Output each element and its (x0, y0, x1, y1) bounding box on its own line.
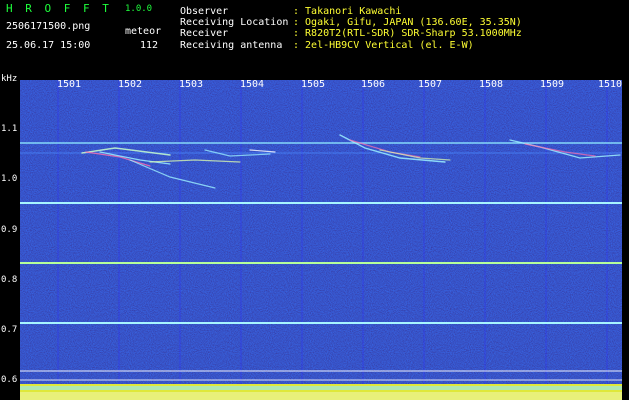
observer-value: : Takanori Kawachi (293, 6, 402, 17)
observer-label: Observer (180, 6, 229, 17)
datetime-label: 25.06.17 15:00 (6, 40, 91, 51)
noise-layer (20, 80, 622, 400)
x-tick-label: 1502 (118, 79, 143, 90)
receiver-value: : R820T2(RTL-SDR) SDR-Sharp 53.1000MHz (293, 28, 522, 39)
y-tick-label: 0.9 (1, 225, 18, 235)
receiver-label: Receiver (180, 28, 229, 39)
y-unit-label: kHz (1, 74, 18, 84)
x-tick-label: 1510 (598, 79, 623, 90)
version-label: 1.0.0 (125, 4, 153, 14)
x-tick-label: 1506 (361, 79, 386, 90)
x-tick-label: 1508 (479, 79, 504, 90)
y-tick-label: 0.7 (1, 325, 18, 335)
location-label: Receiving Location (180, 17, 289, 28)
app-title: H R O F F T (6, 2, 112, 15)
x-tick-label: 1509 (540, 79, 565, 90)
x-tick-label: 1505 (301, 79, 326, 90)
header-panel: H R O F F T 1.0.0 2506171500.png 25.06.1… (0, 0, 629, 76)
x-tick-label: 1501 (57, 79, 82, 90)
spectrogram-plot (20, 80, 622, 400)
spectrogram-svg (20, 80, 622, 400)
x-tick-label: 1504 (240, 79, 265, 90)
bottom-bar (20, 384, 622, 400)
count-label: 112 (140, 40, 159, 51)
antenna-label: Receiving antenna (180, 40, 283, 51)
y-tick-label: 0.8 (1, 275, 18, 285)
mode-label: meteor (125, 26, 162, 37)
y-tick-label: 0.6 (1, 375, 18, 385)
antenna-value: : 2el-HB9CV Vertical (el. E-W) (293, 40, 474, 51)
y-tick-label: 1.1 (1, 124, 18, 134)
location-value: : Ogaki, Gifu, JAPAN (136.60E, 35.35N) (293, 17, 522, 28)
y-tick-label: 1.0 (1, 174, 18, 184)
filename-label: 2506171500.png (6, 21, 91, 32)
x-tick-label: 1507 (418, 79, 443, 90)
x-tick-label: 1503 (179, 79, 204, 90)
